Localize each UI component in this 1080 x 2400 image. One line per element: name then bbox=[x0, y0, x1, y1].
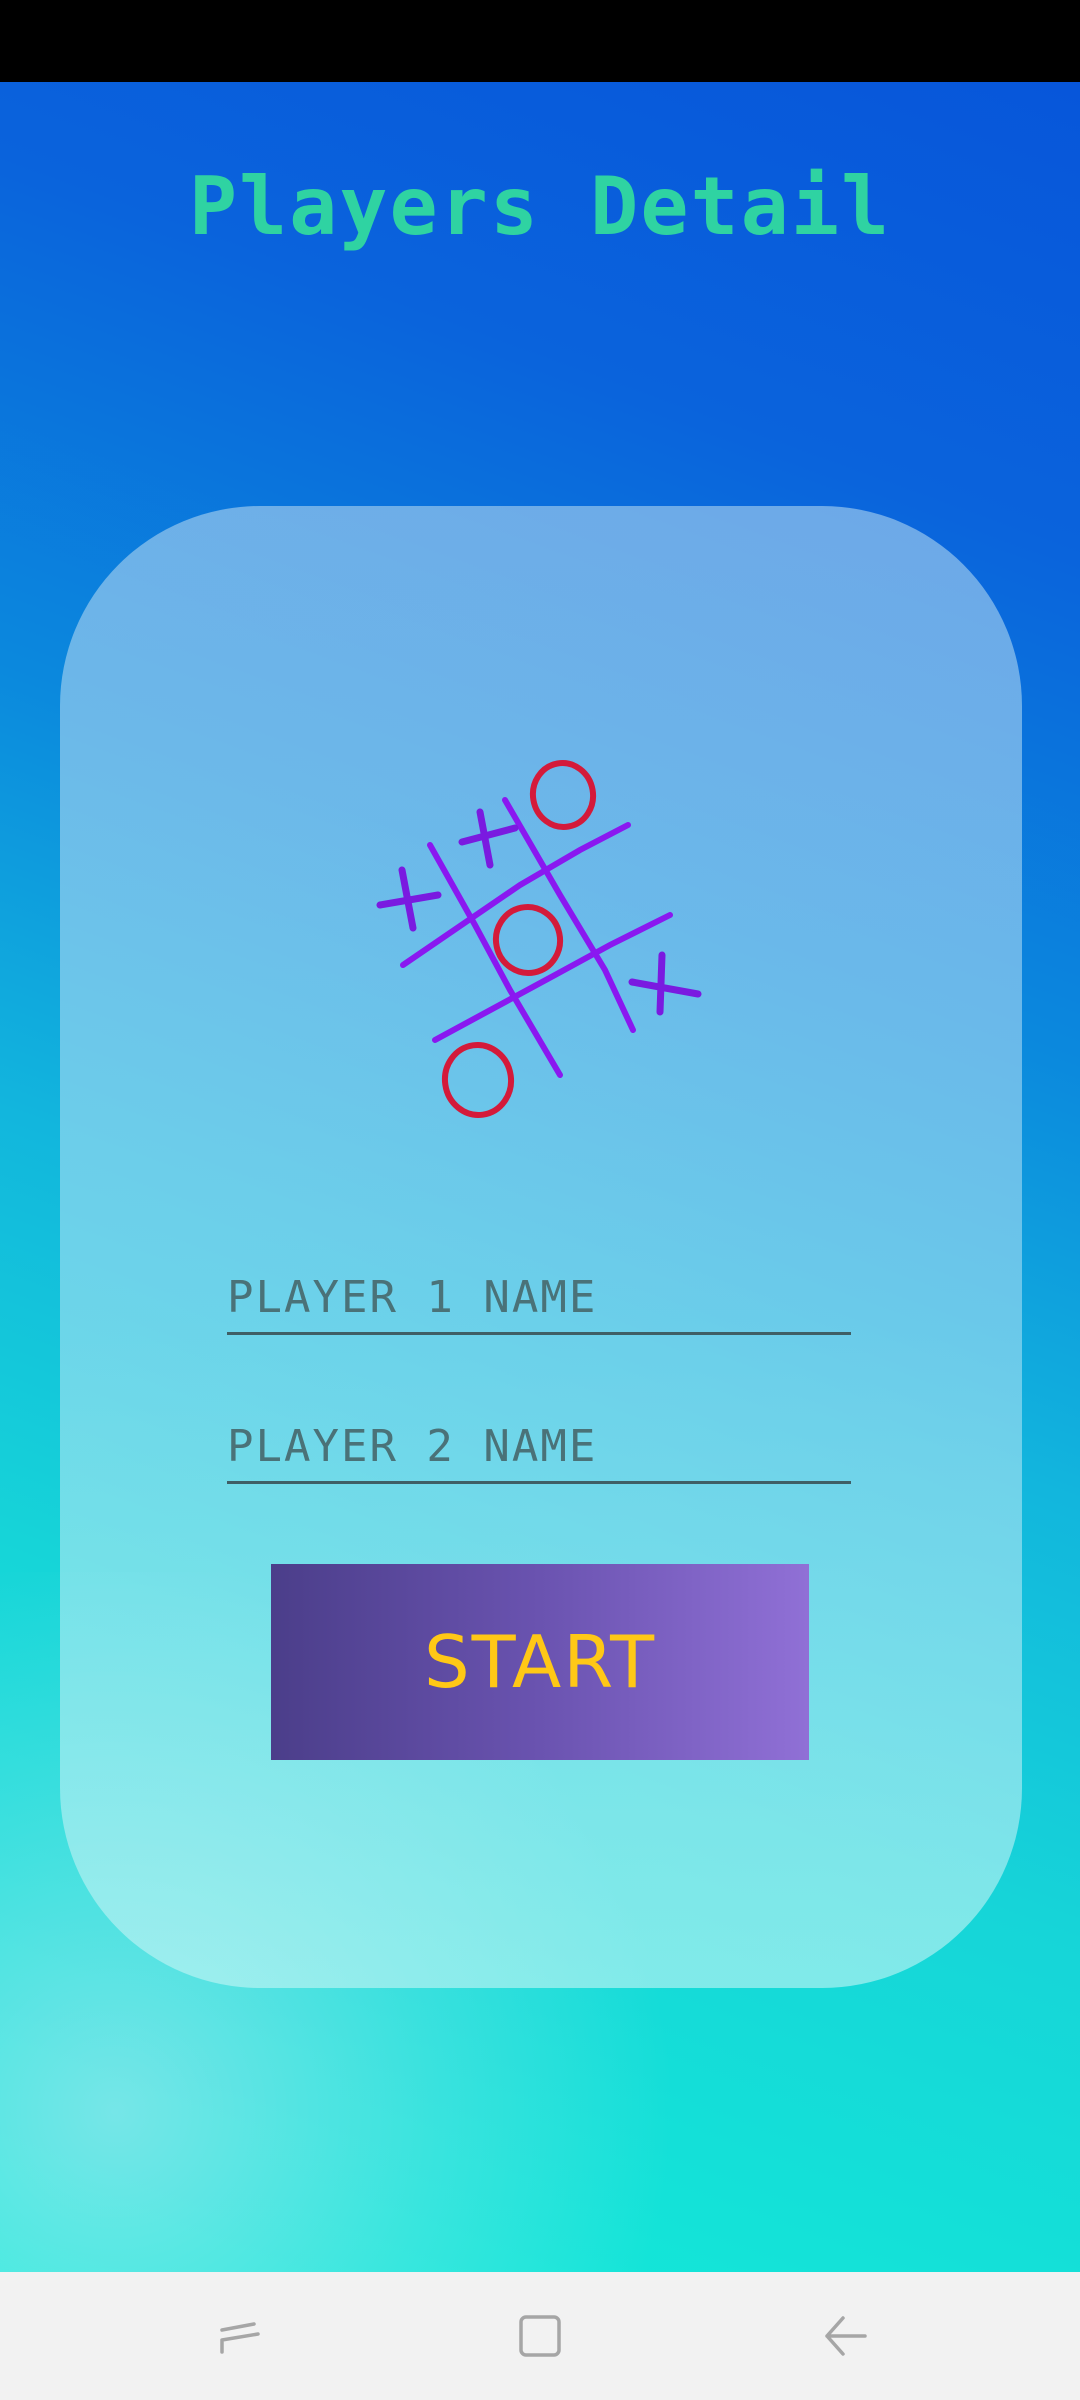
x-mark-left bbox=[376, 866, 442, 932]
player-2-name-input[interactable] bbox=[227, 1411, 851, 1481]
recent-apps-icon bbox=[220, 2322, 260, 2354]
back-button[interactable] bbox=[805, 2296, 885, 2376]
player-2-name-field bbox=[227, 1411, 851, 1484]
recent-apps-button[interactable] bbox=[200, 2296, 280, 2376]
player-1-name-input[interactable] bbox=[227, 1262, 851, 1332]
player-1-name-field bbox=[227, 1262, 851, 1335]
page-title: Players Detail bbox=[188, 160, 892, 253]
tic-tac-toe-board-icon bbox=[376, 760, 702, 1118]
navigation-bar bbox=[0, 2272, 1080, 2400]
home-icon bbox=[519, 2315, 561, 2357]
start-button[interactable]: START bbox=[271, 1564, 809, 1760]
o-mark-top bbox=[529, 760, 597, 830]
x-mark-top bbox=[458, 808, 519, 869]
o-mark-bottom bbox=[441, 1042, 515, 1118]
form-card bbox=[60, 506, 1022, 1988]
home-button[interactable] bbox=[500, 2296, 580, 2376]
o-mark-center bbox=[492, 904, 564, 976]
status-bar bbox=[0, 0, 1080, 82]
grid-line-2 bbox=[427, 842, 563, 1078]
x-mark-right bbox=[628, 951, 702, 1016]
players-detail-screen: Players Detail bbox=[0, 82, 1080, 2272]
back-icon bbox=[825, 2316, 867, 2356]
grid-line-4 bbox=[432, 912, 673, 1043]
